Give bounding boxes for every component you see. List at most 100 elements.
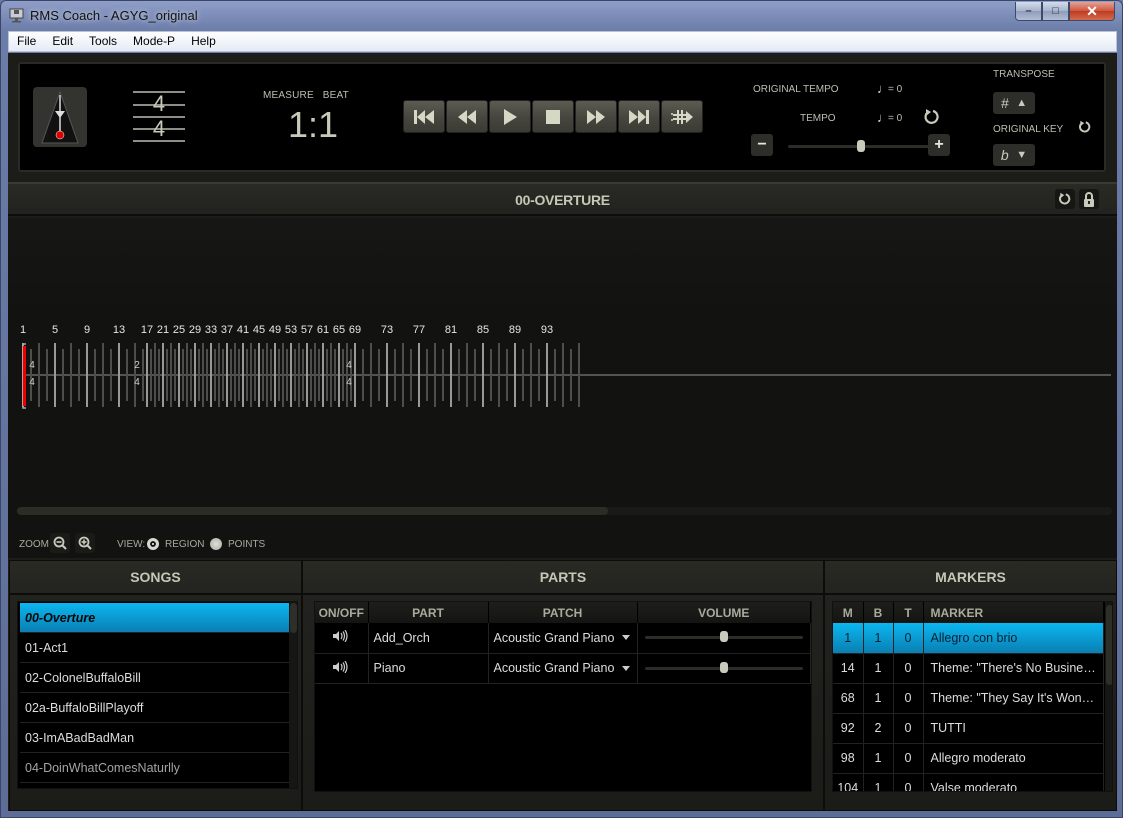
measure-number-label: 69 <box>349 324 361 336</box>
time-signature-marker-numerator: 4 <box>346 360 352 371</box>
zoom-view-bar: ZOOM VIEW: REGION POINTS <box>8 528 1117 558</box>
patch-dropdown[interactable]: Acoustic Grand Piano <box>488 623 638 654</box>
region-label: REGION <box>165 539 205 550</box>
marker-measure: 92 <box>833 713 864 744</box>
song-list-item[interactable]: 02a-BuffaloBillPlayoff <box>20 693 291 723</box>
menu-edit[interactable]: Edit <box>44 32 81 51</box>
marker-row[interactable]: 1 1 0 Allegro con brio <box>833 623 1104 654</box>
volume-slider-thumb[interactable] <box>719 631 728 643</box>
transport-panel: 4 4 MEASURE BEAT 1:1 ORIGINAL TEMPO ♩ = … <box>18 62 1106 172</box>
reset-song-button[interactable] <box>1055 189 1075 209</box>
timeline-scrollbar-thumb[interactable] <box>17 507 609 515</box>
transpose-up-button[interactable]: # ▲ <box>993 92 1035 114</box>
fast-forward-button[interactable] <box>575 100 617 133</box>
maximize-button[interactable]: □ <box>1042 2 1069 21</box>
marker-measure: 1 <box>833 623 864 654</box>
col-on-off[interactable]: ON/OFF <box>315 602 369 623</box>
reset-key-icon[interactable] <box>1078 120 1092 134</box>
go-to-start-button[interactable] <box>403 100 445 133</box>
tempo-increase-button[interactable]: + <box>928 134 950 156</box>
go-to-end-button[interactable] <box>618 100 660 133</box>
transpose-down-button[interactable]: b ▼ <box>993 144 1035 166</box>
region-radio[interactable] <box>147 538 159 550</box>
app-icon <box>9 8 24 23</box>
tempo-decrease-button[interactable]: − <box>751 134 773 156</box>
songs-panel: SONGS 00-Overture 01-Act1 02-ColonelBuffal… <box>9 560 302 811</box>
rewind-button[interactable] <box>446 100 488 133</box>
marker-measure: 98 <box>833 743 864 774</box>
marker-beat: 1 <box>863 683 894 714</box>
part-row: Add_Orch Acoustic Grand Piano <box>315 623 811 654</box>
song-list-item[interactable]: 03-ImABadBadMan <box>20 723 291 753</box>
col-patch[interactable]: PATCH <box>488 602 638 623</box>
song-list-item[interactable]: 01-Act1 <box>20 633 291 663</box>
menu-tools[interactable]: Tools <box>81 32 125 51</box>
col-measure[interactable]: M <box>833 602 864 623</box>
view-label: VIEW: <box>117 539 146 550</box>
play-button[interactable] <box>489 100 531 133</box>
measure-number-label: 81 <box>445 324 457 336</box>
minimize-icon: – <box>1025 5 1032 17</box>
time-signature-marker-numerator: 2 <box>134 360 140 371</box>
playhead[interactable] <box>23 346 26 406</box>
songs-scrollbar-thumb[interactable] <box>290 603 297 633</box>
marker-row[interactable]: 14 1 0 Theme: "There's No Busines... <box>833 653 1104 684</box>
measure-ruler[interactable]: 1 5 9 13 17 21 25 29 33 37 41 45 49 53 57 61 65 69 73 77 81 8… <box>8 218 1117 508</box>
tempo-slider-thumb[interactable] <box>857 140 865 152</box>
marker-row[interactable]: 104 1 0 Valse moderato <box>833 773 1104 791</box>
timeline[interactable]: 1 5 9 13 17 21 25 29 33 37 41 45 49 53 57 61 65 69 73 77 81 8… <box>8 218 1117 558</box>
song-list-item[interactable]: 04-DoinWhatComesNaturlly <box>20 753 291 783</box>
patch-dropdown[interactable]: Acoustic Grand Piano <box>488 653 638 684</box>
marker-tick: 0 <box>893 773 924 791</box>
col-part[interactable]: PART <box>368 602 489 623</box>
song-list-item[interactable]: 00-Overture <box>20 603 291 633</box>
markers-scrollbar-thumb[interactable] <box>1106 605 1112 685</box>
col-volume[interactable]: VOLUME <box>637 602 811 623</box>
parts-header: PARTS <box>303 561 823 595</box>
marker-row[interactable]: 68 1 0 Theme: "They Say It's Wond... <box>833 683 1104 714</box>
col-tick[interactable]: T <box>893 602 924 623</box>
marker-row[interactable]: 92 2 0 TUTTI <box>833 713 1104 744</box>
volume-slider[interactable] <box>644 661 803 673</box>
speaker-icon <box>333 660 348 673</box>
measure-number-label: 41 <box>237 324 249 336</box>
part-toggle[interactable] <box>315 623 369 654</box>
timeline-scrollbar[interactable] <box>17 507 1112 515</box>
zoom-out-button[interactable] <box>50 533 70 553</box>
marker-measure: 104 <box>833 773 864 791</box>
markers-scrollbar[interactable] <box>1105 602 1112 791</box>
part-toggle[interactable] <box>315 653 369 684</box>
marker-row[interactable]: 98 1 0 Allegro moderato <box>833 743 1104 774</box>
sharp-icon: # <box>1000 95 1009 111</box>
menu-file[interactable]: File <box>9 32 44 51</box>
points-radio[interactable] <box>210 538 222 550</box>
tempo-slider[interactable] <box>788 140 934 152</box>
time-signature-marker-denominator: 4 <box>346 377 352 388</box>
measure-number-label: 53 <box>285 324 297 336</box>
col-beat[interactable]: B <box>863 602 894 623</box>
time-signature: 4 4 <box>133 91 185 145</box>
close-button[interactable]: ✕ <box>1069 2 1115 21</box>
metronome-button[interactable] <box>33 87 87 147</box>
marker-name: Allegro con brio <box>923 623 1104 654</box>
measure-beat-label: MEASURE BEAT <box>263 90 349 101</box>
menu-mode-p[interactable]: Mode-P <box>125 32 183 51</box>
zoom-in-button[interactable] <box>75 533 95 553</box>
loop-button[interactable] <box>661 100 703 133</box>
part-row: Piano Acoustic Grand Piano <box>315 653 811 684</box>
songs-scrollbar[interactable] <box>289 602 297 788</box>
measure-number-label: 17 <box>141 324 153 336</box>
volume-slider-thumb[interactable] <box>719 661 728 673</box>
volume-slider[interactable] <box>644 631 803 643</box>
menu-help[interactable]: Help <box>183 32 224 51</box>
lock-button[interactable] <box>1079 189 1099 209</box>
song-list-item[interactable]: 02-ColonelBuffaloBill <box>20 663 291 693</box>
marker-beat: 1 <box>863 653 894 684</box>
stop-button[interactable] <box>532 100 574 133</box>
col-marker[interactable]: MARKER <box>923 602 1104 623</box>
skip-forward-icon <box>629 109 649 124</box>
minimize-button[interactable]: – <box>1015 2 1042 21</box>
songs-title: SONGS <box>130 569 181 585</box>
marker-tick: 0 <box>893 713 924 744</box>
reset-tempo-icon[interactable] <box>923 108 941 126</box>
